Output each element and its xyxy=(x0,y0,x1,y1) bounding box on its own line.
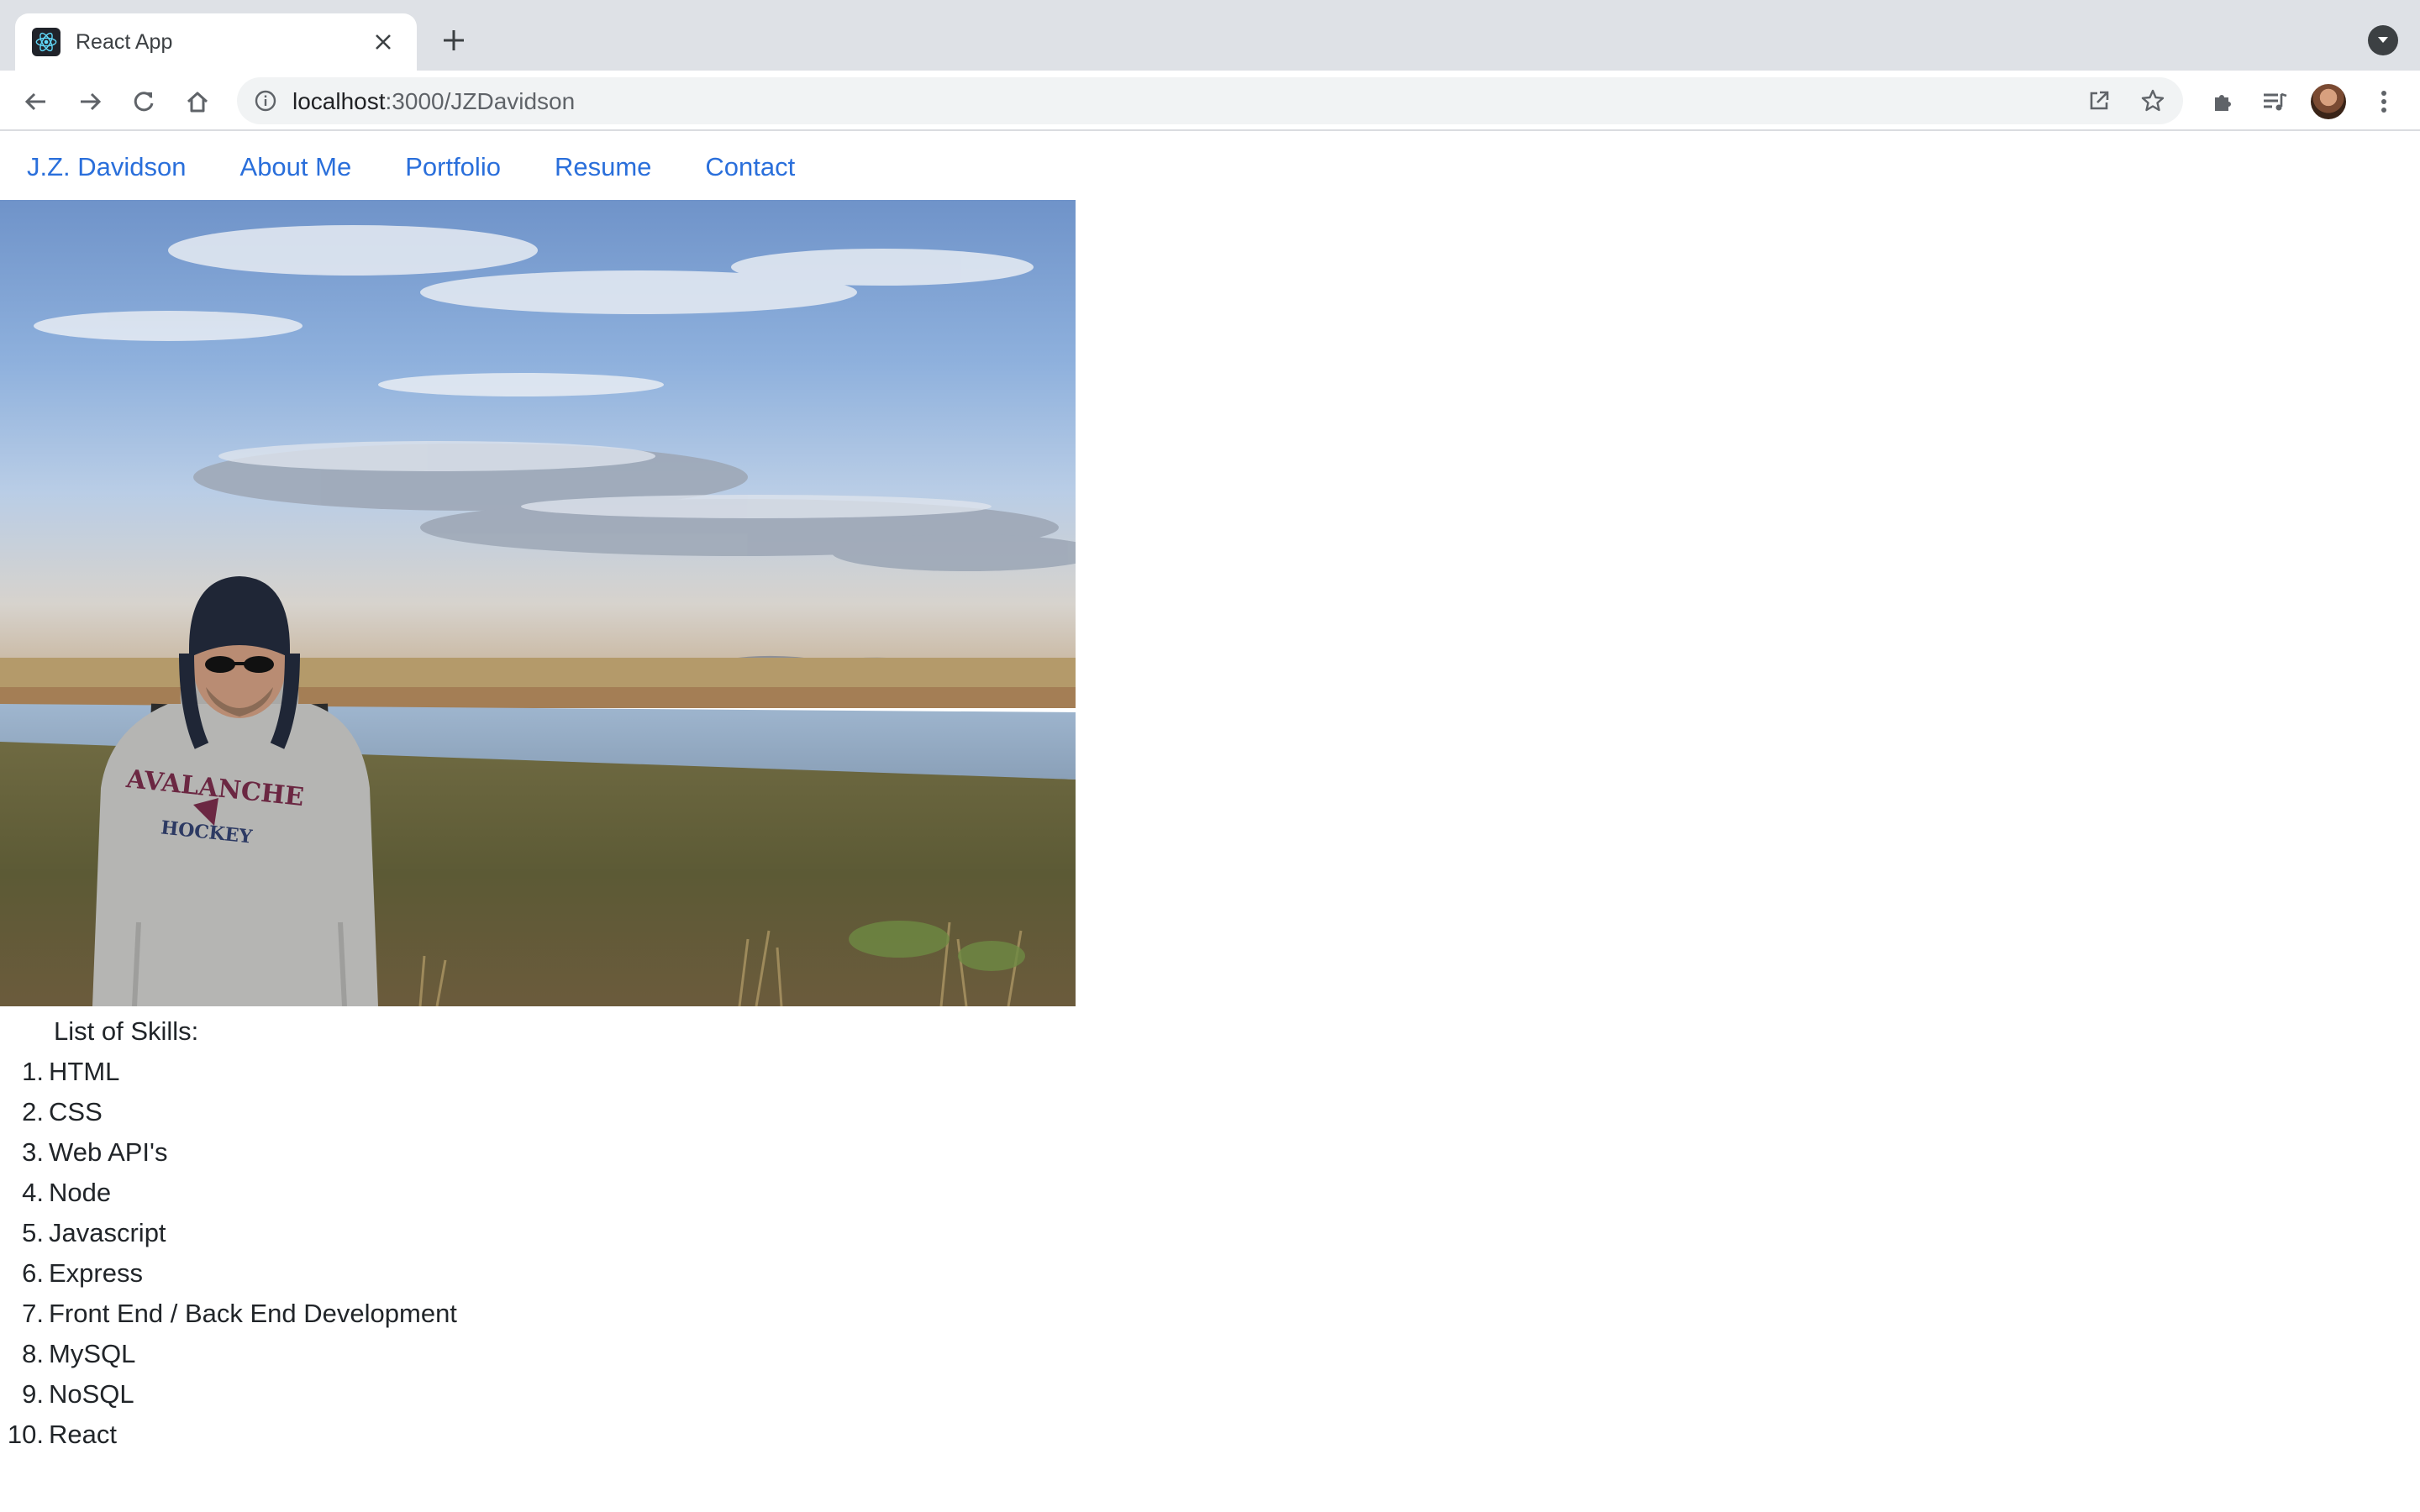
nav-brand-link[interactable]: J.Z. Davidson xyxy=(27,154,187,180)
site-info-icon[interactable] xyxy=(252,87,279,114)
tab-search-icon[interactable] xyxy=(2368,25,2398,55)
list-item-label: React xyxy=(49,1420,117,1449)
browser-toolbar: localhost:3000/JZDavidson xyxy=(0,71,2420,131)
browser-tabstrip: React App xyxy=(0,0,2420,71)
site-nav: J.Z. Davidson About Me Portfolio Resume … xyxy=(0,133,849,200)
list-item-label: Node xyxy=(49,1178,112,1207)
reload-icon[interactable] xyxy=(124,82,163,121)
close-tab-icon[interactable] xyxy=(366,25,400,59)
list-item-label: Front End / Back End Development xyxy=(49,1299,457,1328)
browser-tab[interactable]: React App xyxy=(15,13,417,71)
list-item-label: Express xyxy=(49,1258,143,1288)
list-item-number: 8. xyxy=(22,1339,44,1368)
list-item: 10. React xyxy=(0,1415,457,1455)
list-item-number: 10. xyxy=(7,1420,44,1449)
profile-avatar[interactable] xyxy=(2311,84,2346,119)
skills-section: List of Skills: 1. HTML 2. CSS 3. Web API's… xyxy=(0,1011,457,1455)
react-logo-icon xyxy=(32,28,60,56)
list-item: 1. HTML xyxy=(0,1052,457,1092)
list-item-label: NoSQL xyxy=(49,1379,134,1409)
list-item: 2. CSS xyxy=(0,1092,457,1132)
profile-photo: AVALANCHE HOCKEY xyxy=(0,200,1076,1006)
list-item: 9. NoSQL xyxy=(0,1374,457,1415)
list-item: 4. Node xyxy=(0,1173,457,1213)
bookmark-star-icon[interactable] xyxy=(2136,84,2170,118)
open-in-window-icon[interactable] xyxy=(2082,84,2116,118)
new-tab-icon[interactable] xyxy=(435,22,472,59)
list-item-number: 7. xyxy=(22,1299,44,1328)
url-host: localhost xyxy=(292,88,386,114)
list-item: 3. Web API's xyxy=(0,1132,457,1173)
skills-list: 1. HTML 2. CSS 3. Web API's 4. Node 5. Javasc… xyxy=(0,1052,457,1455)
list-item-label: CSS xyxy=(49,1097,103,1126)
nav-link-contact[interactable]: Contact xyxy=(705,154,795,180)
skills-heading: List of Skills: xyxy=(54,1016,199,1046)
list-item-number: 9. xyxy=(22,1379,44,1409)
more-menu-icon[interactable] xyxy=(2365,82,2403,121)
list-item-number: 2. xyxy=(22,1097,44,1126)
list-item: 5. Javascript xyxy=(0,1213,457,1253)
list-item-label: HTML xyxy=(49,1057,120,1086)
nav-link-resume[interactable]: Resume xyxy=(555,154,651,180)
nav-link-portfolio[interactable]: Portfolio xyxy=(405,154,501,180)
list-item: 7. Front End / Back End Development xyxy=(0,1294,457,1334)
media-queue-icon[interactable] xyxy=(2255,82,2294,121)
list-item-number: 3. xyxy=(22,1137,44,1167)
list-item-number: 5. xyxy=(22,1218,44,1247)
address-bar[interactable]: localhost:3000/JZDavidson xyxy=(237,77,2183,124)
list-item: 6. Express xyxy=(0,1253,457,1294)
list-item-label: Javascript xyxy=(49,1218,166,1247)
back-arrow-icon[interactable] xyxy=(17,82,55,121)
list-item-label: Web API's xyxy=(49,1137,168,1167)
forward-arrow-icon[interactable] xyxy=(71,82,109,121)
url-path: :3000/JZDavidson xyxy=(385,88,576,114)
list-item-number: 4. xyxy=(22,1178,44,1207)
list-item-label: MySQL xyxy=(49,1339,136,1368)
list-item-number: 6. xyxy=(22,1258,44,1288)
home-icon[interactable] xyxy=(178,82,217,121)
list-item-number: 1. xyxy=(22,1057,44,1086)
list-item: 8. MySQL xyxy=(0,1334,457,1374)
page-viewport: J.Z. Davidson About Me Portfolio Resume … xyxy=(0,133,2420,1512)
tab-title: React App xyxy=(76,29,173,54)
extensions-puzzle-icon[interactable] xyxy=(2203,82,2242,121)
url-text: localhost:3000/JZDavidson xyxy=(292,89,575,114)
nav-link-about-me[interactable]: About Me xyxy=(240,154,352,180)
